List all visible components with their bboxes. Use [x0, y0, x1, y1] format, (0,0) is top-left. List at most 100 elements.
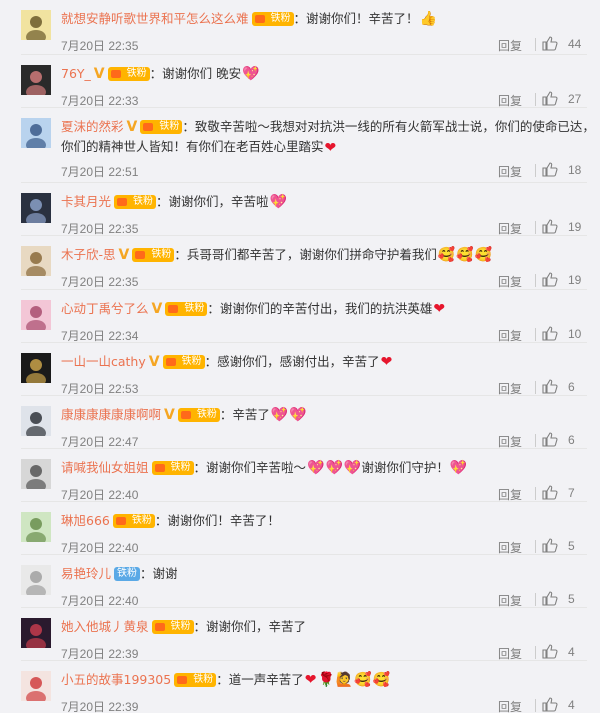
like-thumb-icon[interactable] — [542, 91, 558, 106]
crown-icon — [177, 408, 194, 422]
like-thumb-icon[interactable] — [542, 432, 558, 447]
like-thumb-icon[interactable] — [542, 219, 558, 234]
like-thumb-icon[interactable] — [542, 162, 558, 177]
comment-item: 夏沫的然彩 V 铁粉 ：致敬辛苦啦～我想对对抗洪一线的所有火箭军战士说，你们的使命已达… — [0, 108, 600, 183]
comment-item: 小五的故事199305 铁粉 ：道一声辛苦了 ❤ 🌹 🙋 🥰 🥰 7月20日 22:39 回复 4 — [0, 661, 600, 713]
action-separator — [535, 540, 536, 553]
username-link[interactable]: 请喊我仙女姐姐 — [61, 459, 149, 477]
comment-text: ：谢谢你们辛苦啦～ — [193, 460, 307, 475]
action-separator — [535, 328, 536, 341]
comment-item: 就想安静听歌世界和平怎么这么难 铁粉 ：谢谢你们！辛苦了！ 👍 7月20日 22:35 回… — [0, 0, 600, 55]
comment-line: 心动丁禹兮了么 V 铁粉 ：谢谢你们的辛苦付出，我们的抗洪英雄 ❤ — [61, 300, 445, 318]
fan-badge-label: 铁粉 — [193, 408, 220, 422]
username-link[interactable]: 琳旭666 — [61, 512, 110, 530]
username-link[interactable]: 心动丁禹兮了么 — [61, 300, 149, 318]
comment-line: 易艳玲儿 铁粉 ：谢谢 — [61, 565, 178, 583]
comment-time: 7月20日 22:39 — [61, 700, 139, 713]
crown-icon — [132, 248, 149, 262]
like-count: 4 — [568, 645, 575, 659]
reply-button[interactable]: 回复 — [498, 273, 522, 290]
like-count: 19 — [568, 273, 582, 287]
crown-icon — [151, 461, 168, 475]
like-thumb-icon[interactable] — [542, 36, 558, 51]
fan-badge: 铁粉 — [112, 514, 155, 528]
avatar[interactable] — [21, 193, 51, 223]
fan-badge-label: 铁粉 — [128, 514, 155, 528]
like-thumb-icon[interactable] — [542, 538, 558, 553]
fan-badge-label: 铁粉 — [114, 567, 141, 581]
avatar[interactable] — [21, 10, 51, 40]
like-thumb-icon[interactable] — [542, 591, 558, 606]
fan-badge-label: 铁粉 — [267, 12, 294, 26]
username-link[interactable]: 一山一山cathy — [61, 353, 146, 371]
avatar[interactable] — [21, 512, 51, 542]
username-link[interactable]: 夏沫的然彩 — [61, 118, 124, 136]
comment-text-2: 你们的精神世人皆知！有你们在老百姓心里踏实 — [61, 139, 324, 154]
username-link[interactable]: 易艳玲儿 — [61, 565, 111, 583]
like-thumb-icon[interactable] — [542, 326, 558, 341]
thumbs-up-emoji-icon: 👍 — [419, 11, 437, 27]
heart-gift-emoji-icon: 💖 — [289, 407, 307, 423]
comment-text: ：感谢你们，感谢付出，辛苦了 — [204, 354, 380, 369]
avatar[interactable] — [21, 406, 51, 436]
like-thumb-icon[interactable] — [542, 379, 558, 394]
like-count: 5 — [568, 539, 575, 553]
username-link[interactable]: 小五的故事199305 — [61, 671, 171, 689]
avatar[interactable] — [21, 118, 51, 148]
username-link[interactable]: 就想安静听歌世界和平怎么这么难 — [61, 10, 249, 28]
smile-hearts-emoji-icon: 🥰 — [474, 247, 493, 263]
comment-item: 她入他城丿黄泉 铁粉 ：谢谢你们，辛苦了 7月20日 22:39 回复 4 — [0, 608, 600, 661]
smile-hearts-emoji-icon: 🥰 — [372, 672, 391, 688]
avatar[interactable] — [21, 671, 51, 701]
avatar[interactable] — [21, 246, 51, 276]
avatar[interactable] — [21, 300, 51, 330]
action-separator — [535, 274, 536, 287]
red-heart-emoji-icon: ❤ — [380, 354, 393, 370]
comment-line: 琳旭666 铁粉 ：谢谢你们！辛苦了！ — [61, 512, 280, 530]
like-count: 18 — [568, 163, 582, 177]
smile-hearts-emoji-icon: 🥰 — [456, 247, 474, 263]
fan-badge: 铁粉 — [151, 620, 194, 634]
reply-button[interactable]: 回复 — [498, 37, 522, 54]
red-heart-emoji-icon: ❤ — [433, 301, 446, 317]
fan-badge: 铁粉 — [165, 302, 208, 316]
avatar[interactable] — [21, 353, 51, 383]
like-count: 6 — [568, 433, 575, 447]
avatar[interactable] — [21, 565, 51, 595]
fan-badge-label: 铁粉 — [178, 355, 205, 369]
comment-text: ：谢谢你们，辛苦啦 — [156, 194, 269, 209]
heart-gift-emoji-icon: 💖 — [269, 194, 287, 210]
comment-item: 请喊我仙女姐姐 铁粉 ：谢谢你们辛苦啦～ 💖 💖 💖 谢谢你们守护！ 💖 7月20日 22:40… — [0, 449, 600, 502]
username-link[interactable]: 她入他城丿黄泉 — [61, 618, 149, 636]
fan-badge-label: 铁粉 — [130, 195, 157, 209]
like-thumb-icon[interactable] — [542, 644, 558, 659]
reply-button[interactable]: 回复 — [498, 698, 522, 713]
like-thumb-icon[interactable] — [542, 697, 558, 712]
fan-badge: 铁粉 — [251, 12, 294, 26]
username-link[interactable]: 76Y_ — [61, 65, 91, 83]
avatar[interactable] — [21, 459, 51, 489]
fan-badge: 铁粉 — [177, 408, 220, 422]
fan-badge-label: 铁粉 — [123, 67, 150, 81]
like-thumb-icon[interactable] — [542, 272, 558, 287]
verified-v-icon: V — [93, 66, 105, 82]
verified-v-icon: V — [126, 119, 138, 135]
rose-emoji-icon: 🌹 — [317, 672, 335, 688]
comment-item: 76Y_ V 铁粉 ：谢谢你们 晚安 💖 7月20日 22:33 回复 27 — [0, 55, 600, 108]
username-link[interactable]: 卡其月光 — [61, 193, 111, 211]
avatar[interactable] — [21, 618, 51, 648]
reply-button[interactable]: 回复 — [498, 163, 522, 180]
heart-gift-emoji-icon: 💖 — [307, 460, 325, 476]
avatar[interactable] — [21, 65, 51, 95]
fan-badge: 铁粉 — [107, 67, 150, 81]
action-separator — [535, 699, 536, 712]
like-count: 6 — [568, 380, 575, 394]
crown-icon — [174, 673, 191, 687]
like-thumb-icon[interactable] — [542, 485, 558, 500]
heart-gift-emoji-icon: 💖 — [325, 460, 343, 476]
comment-text: ：道一声辛苦了 — [216, 672, 304, 687]
username-link[interactable]: 木子欣-思 — [61, 246, 116, 264]
username-link[interactable]: 康康康康康康啊啊 — [61, 406, 161, 424]
comment-line-2: 你们的精神世人皆知！有你们在老百姓心里踏实❤ — [61, 138, 336, 156]
comment-line: 一山一山cathy V 铁粉 ：感谢你们，感谢付出，辛苦了 ❤ — [61, 353, 392, 371]
